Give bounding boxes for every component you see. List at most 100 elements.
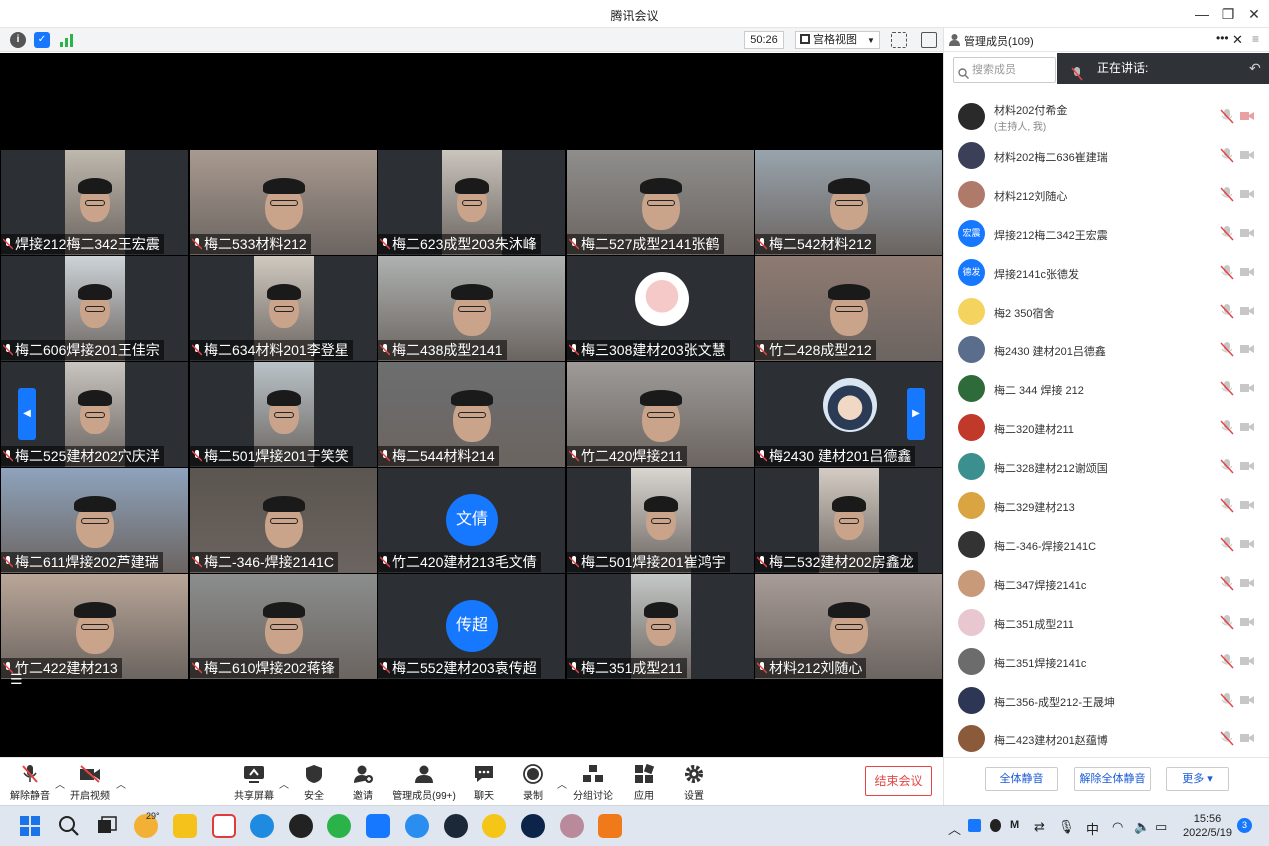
record-options-caret[interactable]: ︿	[557, 776, 567, 791]
camera-off-icon[interactable]	[1240, 422, 1254, 432]
video-tile[interactable]: 梅二438成型2141	[378, 256, 565, 361]
camera-off-icon[interactable]	[1240, 733, 1254, 743]
end-meeting-button[interactable]: 结束会议	[865, 766, 932, 796]
video-tile[interactable]: 梅二351成型211	[567, 574, 754, 679]
signal-icon[interactable]	[58, 32, 74, 48]
video-tile[interactable]: 材料212刘随心	[755, 574, 942, 679]
member-row[interactable]: 德发 焊接2141c张德发	[944, 254, 1269, 292]
camera-off-icon[interactable]	[1240, 500, 1254, 510]
share-options-caret[interactable]: ︿	[279, 776, 289, 791]
unmute-button[interactable]: 解除静音	[10, 764, 50, 802]
tray-expand-icon[interactable]: ︿	[948, 819, 961, 838]
camera-off-icon[interactable]	[1240, 461, 1254, 471]
mic-muted-icon[interactable]	[1220, 303, 1234, 319]
member-row[interactable]: 梅二347焊接2141c	[944, 565, 1269, 603]
apps-button[interactable]: 应用	[630, 764, 658, 802]
video-tile[interactable]: 梅二544材料214	[378, 362, 565, 467]
mic-muted-icon[interactable]	[1220, 420, 1234, 435]
mic-muted-icon[interactable]	[1220, 147, 1234, 163]
video-tile[interactable]: 梅二527成型2141张鹤	[567, 150, 754, 255]
video-tile[interactable]: 竹二420焊接211	[567, 362, 754, 467]
member-row[interactable]: 梅二351焊接2141c	[944, 643, 1269, 681]
security-button[interactable]: 安全	[298, 764, 330, 802]
mic-muted-icon[interactable]	[1220, 225, 1234, 241]
mic-muted-icon[interactable]	[1220, 692, 1234, 708]
video-tile[interactable]: 梅二634材料201李登星	[190, 256, 377, 361]
unmute-all-button[interactable]: 解除全体静音	[1074, 767, 1151, 791]
video-tile[interactable]: 竹二428成型212	[755, 256, 942, 361]
search-icon[interactable]	[57, 814, 81, 838]
invite-button[interactable]: 邀请	[346, 764, 380, 802]
next-page-button[interactable]: ▶	[907, 388, 925, 440]
video-tile[interactable]: 文倩 竹二420建材213毛文倩	[378, 468, 565, 573]
video-tile[interactable]: 梅二611焊接202芦建瑞	[1, 468, 188, 573]
camera-off-icon[interactable]	[1240, 267, 1254, 277]
mic-muted-icon[interactable]	[1220, 653, 1234, 669]
record-button[interactable]: 录制	[519, 764, 547, 802]
member-row[interactable]: 梅二320建材211	[944, 409, 1269, 447]
close-button[interactable]: ✕	[1244, 4, 1264, 24]
member-row[interactable]: 梅二356-成型212-王晟坤	[944, 682, 1269, 720]
share-screen-button[interactable]: 共享屏幕	[232, 764, 276, 802]
breakout-button[interactable]: 分组讨论	[573, 764, 613, 802]
close-panel-icon[interactable]: ✕	[1232, 32, 1243, 48]
video-options-caret[interactable]: ︿	[116, 776, 126, 791]
audio-options-caret[interactable]: ︿	[55, 776, 65, 791]
tencent-meeting-icon[interactable]	[366, 814, 390, 838]
mic-muted-icon[interactable]	[1220, 536, 1234, 552]
camera-off-icon[interactable]	[1240, 617, 1254, 627]
video-tile[interactable]: 梅二501焊接201于笑笑	[190, 362, 377, 467]
more-button[interactable]: 更多 ▾	[1166, 767, 1229, 791]
video-tile[interactable]: 竹二422建材213	[1, 574, 188, 679]
sidebar-toggle-icon[interactable]	[921, 32, 937, 48]
video-tile[interactable]: 梅二610焊接202蒋锋	[190, 574, 377, 679]
camera-off-icon[interactable]	[1240, 189, 1254, 199]
video-tile[interactable]: 梅二606焊接201王佳宗	[1, 256, 188, 361]
mic-muted-icon[interactable]	[1220, 614, 1234, 630]
mic-muted-icon[interactable]	[1220, 575, 1234, 591]
settings-button[interactable]: 设置	[680, 764, 708, 802]
game-client-icon[interactable]	[521, 814, 545, 838]
previous-page-button[interactable]: ◀	[18, 388, 36, 440]
video-tile[interactable]: 梅二533材料212	[190, 150, 377, 255]
collapse-icon[interactable]: ↶	[1249, 53, 1261, 84]
ime-indicator[interactable]: 中	[1086, 819, 1099, 838]
member-search-input[interactable]: 搜索成员	[953, 57, 1056, 83]
member-row[interactable]: 宏震 焊接212梅二342王宏震	[944, 215, 1269, 253]
video-tile[interactable]: 梅三308建材203张文慧	[567, 256, 754, 361]
video-tile[interactable]: 梅二542材料212	[755, 150, 942, 255]
battery-icon[interactable]: ▭	[1155, 819, 1167, 835]
media-player-icon[interactable]	[482, 814, 506, 838]
mic-muted-icon[interactable]	[1220, 186, 1234, 202]
minimize-button[interactable]: —	[1192, 4, 1212, 24]
tray-mic-icon[interactable]: 🎙	[1058, 819, 1075, 835]
mic-muted-icon[interactable]	[1220, 109, 1234, 124]
video-tile[interactable]: 焊接212梅二342王宏震	[1, 150, 188, 255]
wps-icon[interactable]	[212, 814, 236, 838]
start-video-button[interactable]: 开启视频	[68, 764, 112, 802]
member-row[interactable]: 梅二351成型211	[944, 604, 1269, 642]
video-tile[interactable]: 传超 梅二552建材203袁传超	[378, 574, 565, 679]
mic-muted-icon[interactable]	[1220, 381, 1234, 396]
steam-icon[interactable]	[444, 814, 468, 838]
qq-icon[interactable]	[289, 814, 313, 838]
restore-button[interactable]: ❐	[1218, 4, 1238, 24]
video-tile[interactable]: 梅二-346-焊接2141C	[190, 468, 377, 573]
member-row[interactable]: 梅2 350宿舍	[944, 293, 1269, 331]
camera-off-icon[interactable]	[1240, 578, 1254, 588]
member-row[interactable]: 梅二423建材201赵蕴博	[944, 720, 1269, 758]
mic-muted-icon[interactable]	[1220, 264, 1234, 280]
manage-members-button[interactable]: 管理成员(99+)	[390, 764, 458, 802]
edge-browser-icon[interactable]	[250, 814, 274, 838]
camera-off-icon[interactable]	[1240, 228, 1254, 238]
video-tile[interactable]: 梅二532建材202房鑫龙	[755, 468, 942, 573]
mic-muted-icon[interactable]	[1220, 731, 1234, 746]
camera-off-icon[interactable]	[1240, 111, 1254, 121]
mute-all-button[interactable]: 全体静音	[985, 767, 1058, 791]
tray-qq-icon[interactable]	[990, 819, 1001, 832]
info-icon[interactable]: i	[10, 32, 26, 48]
file-explorer-icon[interactable]	[173, 814, 197, 838]
camera-off-icon[interactable]	[1240, 383, 1254, 393]
wechat-icon[interactable]	[327, 814, 351, 838]
mic-muted-icon[interactable]	[1220, 459, 1234, 474]
